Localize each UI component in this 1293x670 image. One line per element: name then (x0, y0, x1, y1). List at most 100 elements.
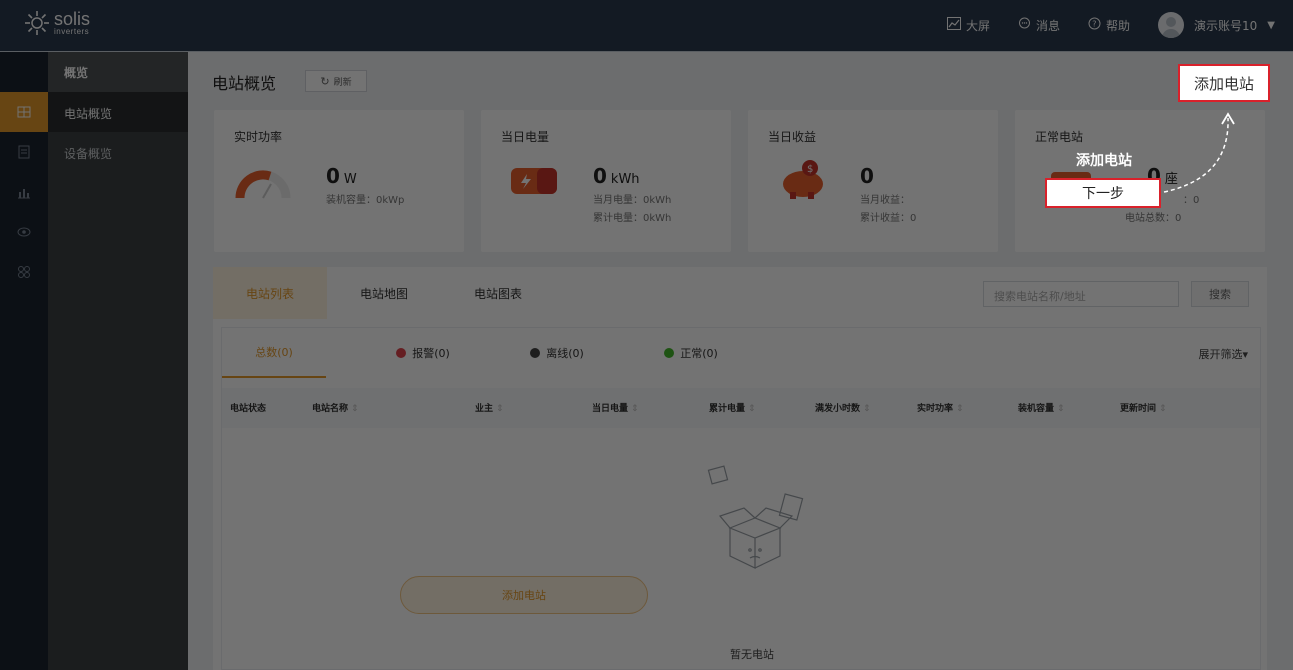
tab-station-chart[interactable]: 电站图表 (441, 267, 555, 319)
sidebar-item-device-overview[interactable]: 设备概览 (48, 132, 188, 172)
refresh-label: 刷新 (333, 77, 352, 88)
main-content: 电站概览 ↻ 刷新 实时功率 0W 装机容量：0kWp 当日电量 0 kWh 当月… (188, 52, 1293, 670)
guide-arrow-icon (1163, 112, 1235, 193)
status-filters: 总数(0) 报警(0) 离线(0) 正常(0) (222, 328, 1260, 378)
filter-offline[interactable]: 离线(0) (490, 328, 624, 378)
sort-icon: ⇕ (1057, 404, 1065, 414)
logo[interactable]: solis inverters (24, 10, 90, 36)
battery-icon (511, 168, 557, 194)
sort-icon: ⇕ (1159, 404, 1167, 414)
income-month: 当月收益： (860, 195, 910, 206)
capacity-text: 装机容量：0kWp (326, 195, 405, 206)
sort-icon: ⇕ (351, 404, 359, 414)
col-realtime-power[interactable]: 实时功率 ⇕ (917, 401, 964, 414)
filter-offline-label: 离线(0) (546, 347, 584, 360)
nav-messages[interactable]: 消息 (1018, 12, 1060, 38)
alarm-dot-icon (396, 348, 407, 358)
card-realtime-power: 实时功率 0W 装机容量：0kWp (214, 110, 464, 252)
col-daily-energy[interactable]: 当日电量 ⇕ (592, 401, 639, 414)
filter-total[interactable]: 总数(0) (222, 328, 326, 378)
col-status: 电站状态 (230, 404, 267, 414)
card-title: 当日电量 (501, 130, 550, 144)
tab-station-map[interactable]: 电站地图 (327, 267, 441, 319)
filter-normal[interactable]: 正常(0) (624, 328, 758, 378)
power-unit: W (343, 172, 357, 187)
chart-icon (946, 16, 961, 34)
add-station-button[interactable]: 添加电站 (1178, 64, 1270, 102)
search-input[interactable]: 搜索电站名称/地址 (983, 281, 1179, 307)
station-list: 总数(0) 报警(0) 离线(0) 正常(0) 展开筛选▾ 电站状态 电站名称 ⇕ (221, 327, 1261, 670)
logo-text: solis (54, 8, 91, 29)
avatar (1158, 12, 1185, 38)
refresh-button[interactable]: ↻ 刷新 (305, 70, 367, 92)
card-title: 正常电站 (1035, 130, 1084, 144)
device-icon[interactable] (0, 132, 48, 172)
sort-icon: ⇕ (863, 404, 871, 414)
sort-icon: ⇕ (496, 404, 504, 414)
top-bar: solis inverters 大屏 消息 ? 帮助 演示账号10 ▼ (0, 0, 1293, 52)
top-nav: 大屏 消息 ? 帮助 演示账号10 ▼ (919, 12, 1275, 38)
tab-station-list[interactable]: 电站列表 (213, 267, 327, 319)
filter-alarm-label: 报警(0) (412, 347, 450, 360)
col-name[interactable]: 电站名称 ⇕ (312, 401, 359, 414)
normal-total: 电站总数：0 (1125, 213, 1182, 224)
energy-unit: kWh (610, 172, 640, 187)
nav-help[interactable]: ? 帮助 (1088, 12, 1130, 38)
sort-icon: ⇕ (748, 404, 756, 414)
monitor-icon[interactable] (0, 212, 48, 252)
energy-month: 当月电量：0kWh (593, 195, 672, 206)
income-total: 累计收益：0 (860, 213, 917, 224)
income-value: 0 (860, 164, 874, 188)
apps-icon[interactable] (0, 252, 48, 292)
col-capacity[interactable]: 装机容量 ⇕ (1018, 401, 1065, 414)
piggy-bank-icon: $ (783, 160, 823, 199)
refresh-icon: ↻ (320, 74, 330, 88)
card-daily-income: 当日收益 $ 0 当月收益： 累计收益：0 (748, 110, 998, 252)
icon-rail (0, 52, 48, 670)
user-menu[interactable]: 演示账号10 ▼ (1158, 12, 1275, 38)
filter-normal-label: 正常(0) (680, 347, 718, 360)
card-title: 当日收益 (768, 130, 817, 144)
user-name: 演示账号10 (1194, 18, 1258, 33)
svg-text:$: $ (807, 164, 813, 175)
gauge-icon (235, 170, 291, 199)
sort-icon: ⇕ (956, 404, 964, 414)
chat-icon (1018, 17, 1031, 34)
col-full-hours[interactable]: 满发小时数 ⇕ (815, 401, 871, 414)
power-value: 0 (326, 164, 340, 188)
empty-text: 暂无电站 (730, 648, 774, 661)
help-icon: ? (1088, 17, 1101, 34)
expand-filters-button[interactable]: 展开筛选▾ (1198, 346, 1248, 362)
offline-dot-icon (530, 348, 541, 358)
station-list-panel: 电站列表 电站地图 电站图表 搜索电站名称/地址 搜索 总数(0) 报警(0) … (213, 267, 1267, 670)
nav-messages-label: 消息 (1035, 18, 1060, 33)
sun-logo-icon (25, 11, 49, 35)
card-title: 实时功率 (234, 130, 283, 144)
col-owner[interactable]: 业主 ⇕ (475, 401, 504, 414)
normal-dot-icon (664, 348, 675, 358)
card-daily-energy: 当日电量 0 kWh 当月电量：0kWh 累计电量：0kWh (481, 110, 731, 252)
guide-title: 添加电站 (1076, 153, 1132, 169)
col-total-energy[interactable]: 累计电量 ⇕ (709, 401, 756, 414)
table-header: 电站状态 电站名称 ⇕ 业主 ⇕ 当日电量 ⇕ 累计电量 ⇕ 满发小时数 ⇕ 实时功率 ⇕ … (222, 388, 1260, 428)
col-update-time[interactable]: 更新时间 ⇕ (1120, 401, 1167, 414)
nav-help-label: 帮助 (1106, 18, 1131, 33)
sort-icon: ⇕ (631, 404, 639, 414)
add-station-empty-button[interactable]: 添加电站 (400, 576, 648, 614)
page-title: 电站概览 (212, 74, 277, 93)
nav-big-screen-label: 大屏 (965, 18, 990, 33)
search-button[interactable]: 搜索 (1191, 281, 1249, 307)
svg-text:?: ? (1092, 19, 1096, 28)
filter-alarm[interactable]: 报警(0) (356, 328, 490, 378)
station-icon[interactable] (0, 92, 48, 132)
next-step-button[interactable]: 下一步 (1045, 178, 1161, 208)
report-icon[interactable] (0, 172, 48, 212)
sidebar-item-station-overview[interactable]: 电站概览 (48, 92, 188, 132)
energy-total: 累计电量：0kWh (593, 213, 672, 224)
chevron-down-icon: ▼ (1267, 19, 1275, 31)
nav-big-screen[interactable]: 大屏 (946, 12, 990, 38)
station-tabs: 电站列表 电站地图 电站图表 (213, 267, 555, 319)
logo-subtext: inverters (54, 26, 90, 36)
empty-box-icon (707, 465, 804, 569)
sidebar-title: 概览 (48, 52, 188, 92)
